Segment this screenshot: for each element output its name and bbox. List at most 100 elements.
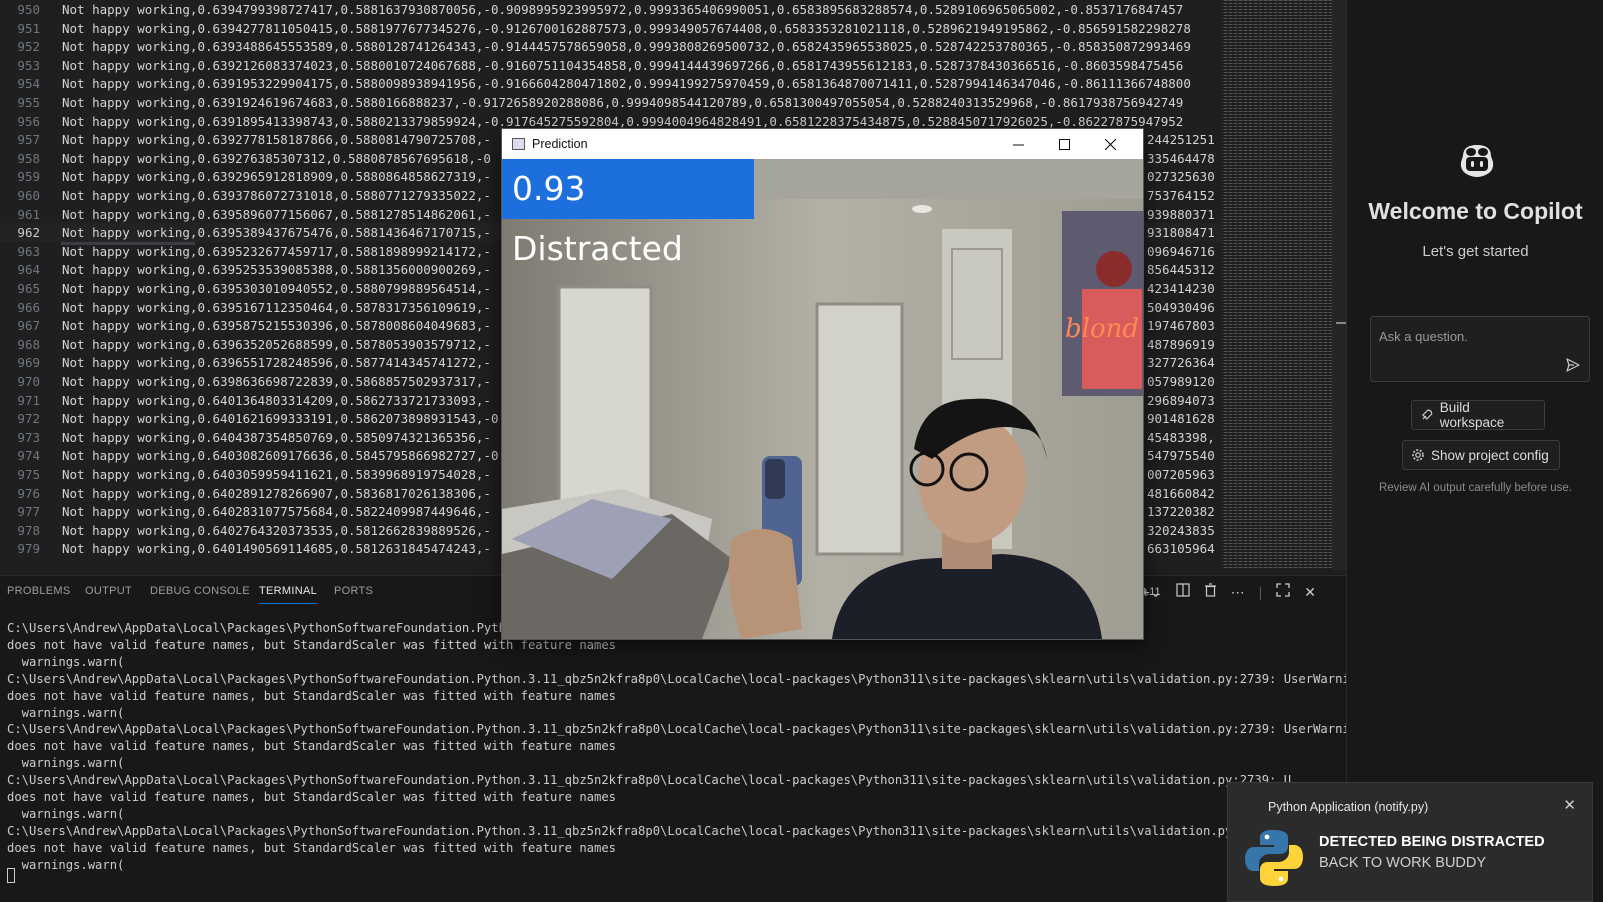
line-text: Not happy working,0.639276385307312,0.58… (62, 150, 491, 166)
send-icon[interactable] (1565, 357, 1581, 373)
line-number: 966 (17, 299, 40, 315)
line-number: 961 (17, 206, 40, 222)
toast-title: DETECTED BEING DISTRACTED (1319, 834, 1545, 850)
terminal-output[interactable]: C:\Users\Andrew\AppData\Local\Packages\P… (7, 620, 1387, 874)
terminal-line: warnings.warn( (7, 857, 125, 872)
line-text-fragment: 753764152 (1147, 188, 1215, 203)
terminal-line: warnings.warn( (7, 756, 125, 771)
terminal-line: does not have valid feature names, but S… (7, 840, 617, 855)
code-line[interactable]: 953 Not happy working,0.6392126083374023,… (0, 56, 1222, 75)
gear-icon (1412, 449, 1424, 461)
line-text: Not happy working,0.6396551728248596,0.5… (62, 355, 491, 371)
line-text-fragment: 45483398, (1147, 429, 1215, 445)
line-text-fragment: 423414230 (1147, 281, 1215, 296)
close-icon (1104, 138, 1116, 150)
minimize-button[interactable] (995, 129, 1041, 159)
line-number: 950 (17, 2, 40, 17)
close-panel-icon[interactable]: ✕ (1304, 582, 1316, 602)
line-text-fragment: 335464478 (1147, 150, 1215, 166)
line-number: 965 (17, 281, 40, 296)
close-button[interactable] (1087, 129, 1133, 159)
line-text: Not happy working,0.6401364803314209,0.5… (62, 392, 491, 408)
line-text: Not happy working,0.6395303010940552,0.5… (62, 281, 491, 296)
line-text-fragment: 504930496 (1147, 299, 1215, 315)
line-text: Not happy working,0.6403059959411621,0.5… (62, 467, 491, 482)
show-project-config-button[interactable]: Show project config (1402, 440, 1560, 470)
trash-icon[interactable] (1204, 582, 1217, 602)
line-text-fragment: 487896919 (1147, 336, 1215, 352)
welcome-subtitle: Let's get started (1422, 243, 1529, 260)
line-number: 968 (17, 336, 40, 352)
build-workspace-button[interactable]: Build workspace (1411, 400, 1545, 430)
line-text-fragment: 481660842 (1147, 485, 1215, 501)
terminal-line: does not have valid feature names, but S… (7, 739, 617, 754)
line-number: 973 (17, 429, 40, 445)
tab-output[interactable]: OUTPUT (85, 585, 132, 597)
line-text: Not happy working,0.6396352052688599,0.5… (62, 336, 491, 352)
prediction-label: 0.93 Distracted (502, 159, 754, 268)
review-note: Review AI output carefully before use. (1378, 482, 1573, 494)
line-text: Not happy working,0.6398636698722839,0.5… (62, 374, 491, 389)
maximize-panel-icon[interactable] (1276, 582, 1290, 602)
line-text: Not happy working,0.6392778158187866,0.5… (62, 132, 491, 148)
more-actions-icon[interactable]: ⋯ (1231, 582, 1245, 602)
line-text: Not happy working,0.6402891278266907,0.5… (62, 485, 491, 501)
svg-text:blond: blond (1065, 314, 1139, 344)
terminal-line: warnings.warn( (7, 705, 125, 720)
line-text: Not happy working,0.6393786072731018,0.5… (62, 188, 491, 203)
line-text: Not happy working,0.6395253539085388,0.5… (62, 262, 491, 278)
line-text-fragment: 931808471 (1147, 225, 1215, 241)
window-titlebar[interactable]: Prediction (502, 129, 1143, 159)
line-number: 971 (17, 392, 40, 408)
editor-scrollbar[interactable] (1332, 0, 1346, 570)
minimap[interactable] (1222, 0, 1332, 570)
code-line[interactable]: 951 Not happy working,0.6394277811050415,… (0, 19, 1222, 38)
ask-input[interactable]: Ask a question. (1370, 316, 1590, 382)
terminal-line: C:\Users\Andrew\AppData\Local\Packages\P… (7, 671, 1387, 686)
line-number: 963 (17, 243, 40, 259)
line-number: 970 (17, 374, 40, 389)
notification-toast[interactable]: Python Application (notify.py) ✕ DETECTE… (1227, 782, 1593, 902)
split-terminal-icon[interactable] (1176, 582, 1190, 602)
line-number: 951 (17, 20, 40, 36)
terminal-line: does not have valid feature names, but S… (7, 688, 617, 703)
line-number: 969 (17, 355, 40, 371)
line-number: 979 (17, 541, 40, 557)
maximize-button[interactable] (1041, 129, 1087, 159)
ask-placeholder: Ask a question. (1379, 329, 1468, 344)
terminal-line: warnings.warn( (7, 654, 125, 669)
line-text-fragment: 547975540 (1147, 448, 1215, 464)
code-line[interactable]: 950 Not happy working,0.6394799398727417,… (0, 0, 1222, 19)
line-text: Not happy working,0.6394799398727417,0.5… (62, 2, 1184, 17)
line-number: 967 (17, 318, 40, 334)
tab-ports[interactable]: PORTS (334, 585, 373, 597)
line-number: 976 (17, 485, 40, 501)
line-text: Not happy working,0.6395896077156067,0.5… (62, 206, 491, 222)
line-number: 972 (17, 411, 40, 427)
tab-debug-console[interactable]: DEBUG CONSOLE (150, 585, 250, 597)
line-number: 956 (17, 113, 40, 129)
line-number: 964 (17, 262, 40, 278)
tab-terminal[interactable]: TERMINAL (259, 585, 318, 604)
show-project-config-label: Show project config (1431, 447, 1549, 463)
code-line[interactable]: 954 Not happy working,0.6391953229904175,… (0, 74, 1222, 93)
line-number: 953 (17, 57, 40, 73)
rocket-icon (1422, 409, 1433, 420)
line-text: Not happy working,0.6401490569114685,0.5… (62, 541, 491, 557)
tab-problems[interactable]: PROBLEMS (7, 585, 71, 597)
line-text: Not happy working,0.6402764320373535,0.5… (62, 522, 491, 538)
maximize-icon (1058, 138, 1070, 150)
webcam-frame: blond 0.93 Distracted (502, 159, 1143, 639)
line-text-fragment: 856445312 (1147, 262, 1215, 278)
code-line[interactable]: 952 Not happy working,0.6393488645553589,… (0, 37, 1222, 56)
copilot-icon (1460, 145, 1494, 177)
build-workspace-label: Build workspace (1439, 400, 1505, 430)
prediction-window[interactable]: Prediction blond 0.93 Distracted (501, 128, 1144, 640)
toast-close-icon[interactable]: ✕ (1563, 796, 1576, 814)
new-terminal-icon[interactable]: +⌄ (1142, 582, 1162, 602)
line-text: Not happy working,0.6392126083374023,0.5… (62, 57, 1184, 73)
code-line[interactable]: 955 Not happy working,0.6391924619674683,… (0, 93, 1222, 112)
separator: | (1258, 584, 1263, 600)
line-text: Not happy working,0.6391953229904175,0.5… (62, 76, 1191, 92)
terminal-line: C:\Users\Andrew\AppData\Local\Packages\P… (7, 823, 1277, 838)
